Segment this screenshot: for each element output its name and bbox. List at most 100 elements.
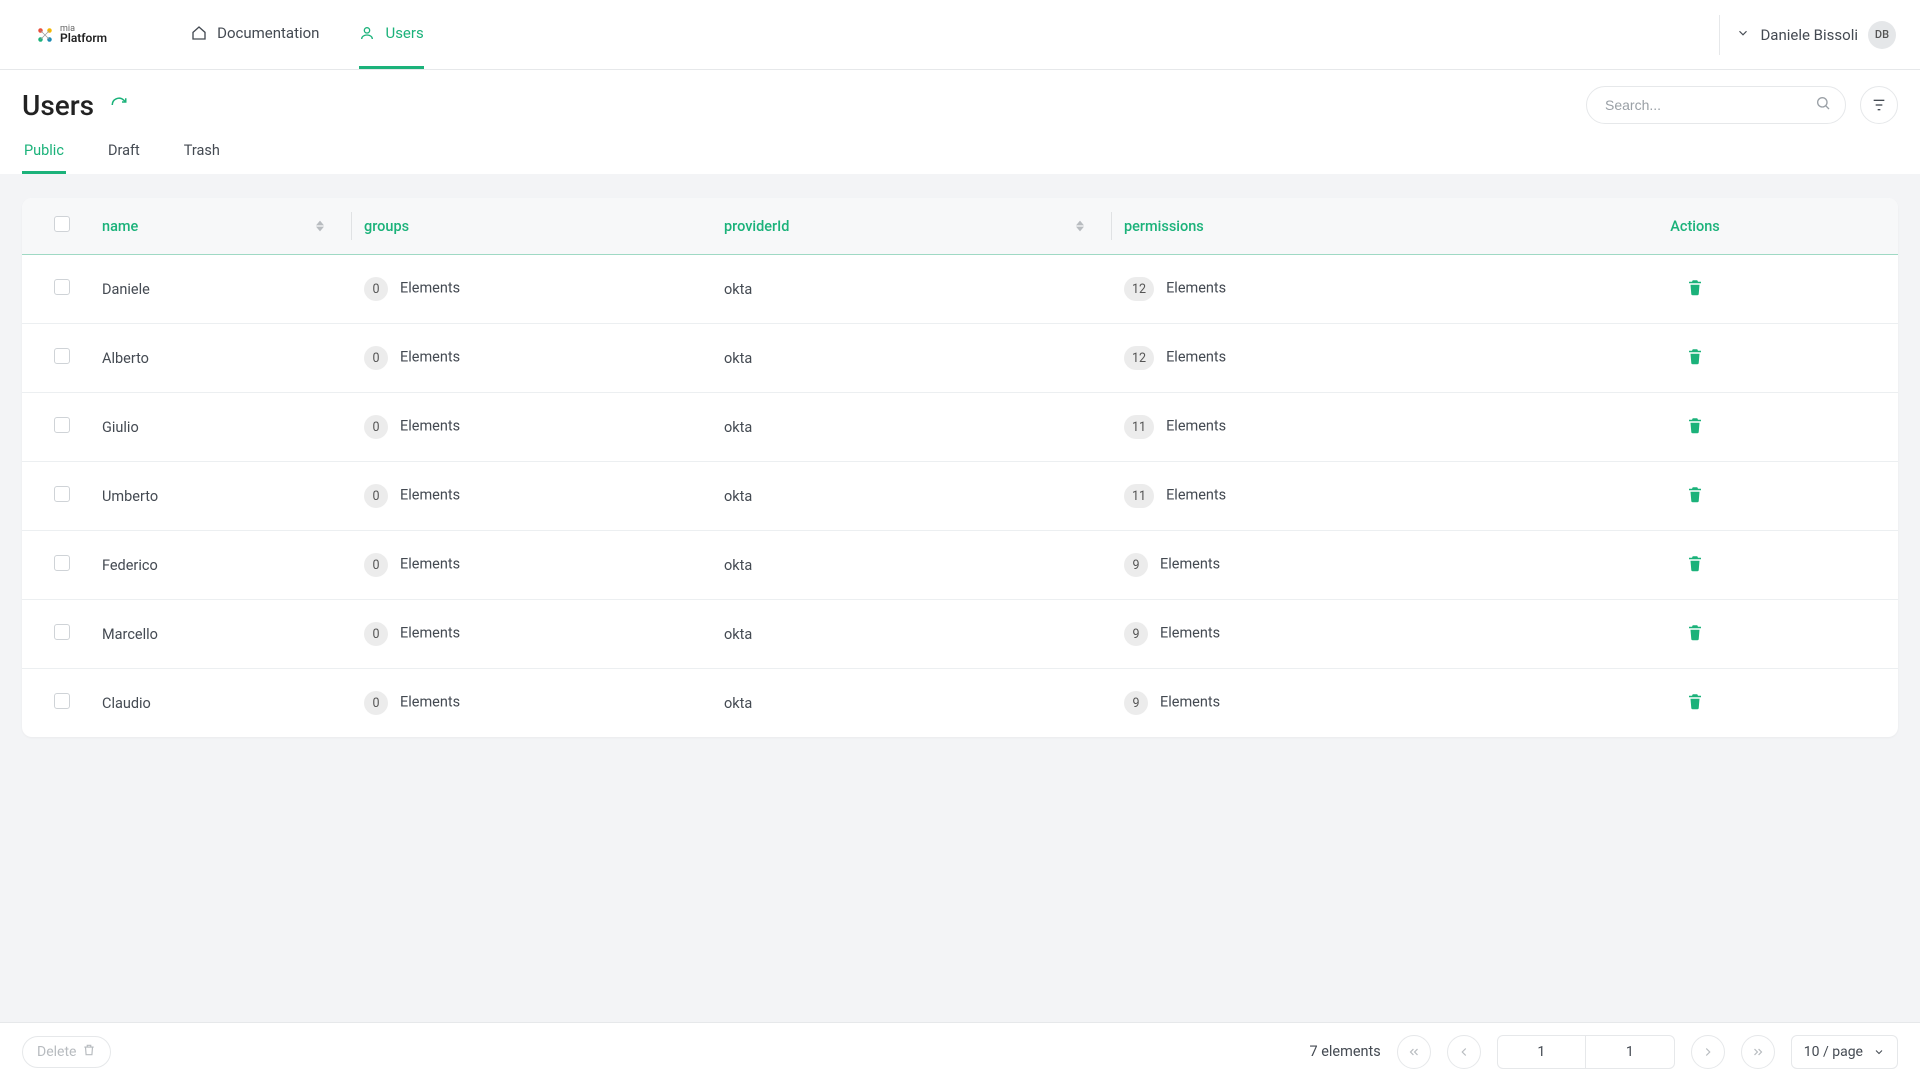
trash-icon	[1686, 278, 1704, 300]
pager-next[interactable]	[1691, 1035, 1725, 1069]
logo-icon	[36, 26, 54, 44]
col-providerid[interactable]: providerId	[712, 198, 1112, 255]
cell-providerid: okta	[712, 393, 1112, 462]
cell-groups: 0 Elements	[352, 393, 712, 462]
groups-count-badge: 0	[364, 484, 388, 508]
nav-divider	[1719, 15, 1720, 55]
permissions-label: Elements	[1160, 625, 1220, 642]
row-checkbox[interactable]	[54, 555, 70, 571]
cell-groups: 0 Elements	[352, 255, 712, 324]
table-row[interactable]: Federico0Elementsokta9Elements	[22, 531, 1898, 600]
search-input[interactable]	[1587, 87, 1845, 123]
chevron-left-icon	[1457, 1045, 1471, 1059]
select-all-checkbox[interactable]	[54, 216, 70, 232]
trash-icon	[1686, 347, 1704, 369]
row-delete-button[interactable]	[1686, 347, 1704, 369]
nav-users[interactable]: Users	[359, 0, 423, 69]
users-table-card: name groups providerId	[22, 198, 1898, 737]
groups-label: Elements	[400, 280, 460, 297]
col-actions-label: Actions	[1670, 218, 1719, 235]
trash-icon	[1686, 554, 1704, 576]
row-checkbox[interactable]	[54, 279, 70, 295]
page-title: Users	[22, 89, 94, 122]
trash-icon	[82, 1043, 96, 1061]
groups-count-badge: 0	[364, 415, 388, 439]
page-total: 1	[1586, 1036, 1674, 1068]
trash-icon	[1686, 692, 1704, 714]
permissions-count-badge: 9	[1124, 622, 1148, 646]
chevron-down-icon	[1736, 26, 1750, 44]
table-row[interactable]: Umberto0Elementsokta11Elements	[22, 462, 1898, 531]
cell-permissions: 12Elements	[1112, 255, 1492, 324]
filter-button[interactable]	[1860, 86, 1898, 124]
groups-label: Elements	[400, 694, 460, 711]
table-row[interactable]: Giulio0Elementsokta11Elements	[22, 393, 1898, 462]
permissions-count-badge: 9	[1124, 691, 1148, 715]
row-delete-button[interactable]	[1686, 485, 1704, 507]
table-row[interactable]: Marcello0Elementsokta9Elements	[22, 600, 1898, 669]
permissions-label: Elements	[1166, 487, 1226, 504]
col-checkbox	[22, 198, 102, 255]
row-checkbox[interactable]	[54, 624, 70, 640]
refresh-button[interactable]	[110, 96, 128, 114]
logo-text: mia Platform	[60, 25, 107, 44]
cell-permissions: 12Elements	[1112, 324, 1492, 393]
cell-name: Marcello	[102, 600, 352, 669]
row-checkbox[interactable]	[54, 693, 70, 709]
table-row[interactable]: Claudio0Elementsokta9Elements	[22, 669, 1898, 738]
permissions-label: Elements	[1166, 280, 1226, 297]
per-page-label: 10 / page	[1804, 1044, 1863, 1060]
groups-label: Elements	[400, 556, 460, 573]
cell-groups: 0Elements	[352, 324, 712, 393]
cell-name: Claudio	[102, 669, 352, 738]
search-box	[1586, 86, 1846, 124]
cell-providerid: okta	[712, 531, 1112, 600]
row-delete-button[interactable]	[1686, 692, 1704, 714]
permissions-label: Elements	[1160, 694, 1220, 711]
permissions-count-badge: 11	[1124, 484, 1154, 508]
chevrons-right-icon	[1751, 1045, 1765, 1059]
home-icon	[191, 25, 207, 41]
top-nav: mia Platform Documentation Users Daniele…	[0, 0, 1920, 70]
tab-draft[interactable]: Draft	[106, 142, 142, 174]
table-row[interactable]: Alberto0Elementsokta12Elements	[22, 324, 1898, 393]
row-delete-button[interactable]	[1686, 416, 1704, 438]
chevrons-left-icon	[1407, 1045, 1421, 1059]
cell-permissions: 11 Elements	[1112, 462, 1492, 531]
permissions-label: Elements	[1160, 556, 1220, 573]
permissions-count-badge: 9	[1124, 553, 1148, 577]
row-checkbox[interactable]	[54, 417, 70, 433]
delete-button[interactable]: Delete	[22, 1036, 111, 1068]
users-table: name groups providerId	[22, 198, 1898, 737]
cell-groups: 0Elements	[352, 669, 712, 738]
pager-first[interactable]	[1397, 1035, 1431, 1069]
col-groups[interactable]: groups	[352, 198, 712, 255]
pager-prev[interactable]	[1447, 1035, 1481, 1069]
groups-count-badge: 0	[364, 277, 388, 301]
row-delete-button[interactable]	[1686, 623, 1704, 645]
row-delete-button[interactable]	[1686, 278, 1704, 300]
row-checkbox[interactable]	[54, 348, 70, 364]
col-permissions[interactable]: permissions	[1112, 198, 1492, 255]
pager-last[interactable]	[1741, 1035, 1775, 1069]
user-menu[interactable]: Daniele Bissoli DB	[1736, 21, 1896, 49]
refresh-icon	[110, 96, 128, 114]
page-indicator: 1 1	[1497, 1035, 1675, 1069]
row-delete-button[interactable]	[1686, 554, 1704, 576]
trash-icon	[1686, 623, 1704, 645]
tab-public[interactable]: Public	[22, 142, 66, 174]
tab-trash[interactable]: Trash	[182, 142, 222, 174]
search-icon	[1815, 95, 1831, 115]
avatar: DB	[1868, 21, 1896, 49]
col-groups-label: groups	[364, 218, 409, 235]
nav-documentation[interactable]: Documentation	[191, 0, 319, 69]
table-row[interactable]: Daniele0Elementsokta12Elements	[22, 255, 1898, 324]
per-page-select[interactable]: 10 / page	[1791, 1035, 1898, 1069]
col-name[interactable]: name	[102, 198, 352, 255]
row-checkbox[interactable]	[54, 486, 70, 502]
cell-name: Giulio	[102, 393, 352, 462]
brand-logo[interactable]: mia Platform	[36, 25, 107, 44]
page-current[interactable]: 1	[1498, 1036, 1586, 1068]
groups-label: Elements	[400, 418, 460, 435]
cell-providerid: okta	[712, 255, 1112, 324]
